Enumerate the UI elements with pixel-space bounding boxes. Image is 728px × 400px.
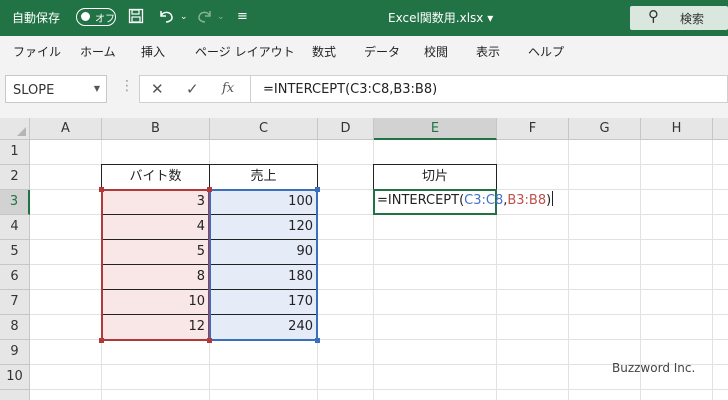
range-handle[interactable] [99,338,104,343]
autosave-label: 自動保存 [12,11,61,25]
search-label: 検索 [680,12,705,26]
column-header-e[interactable]: E [374,118,497,140]
tab-home[interactable]: ホーム [80,43,116,60]
row-header-5[interactable]: 5 [0,240,30,265]
range-handle[interactable] [315,187,320,192]
gridline [568,140,569,400]
toggle-knob [81,12,90,21]
ribbon-tabs: ファイル ホーム 挿入 ページ レイアウト 数式 データ 校閲 表示 ヘルプ [0,36,728,66]
tab-review[interactable]: 校閲 [424,43,448,60]
cancel-icon[interactable]: ✕ [151,80,164,98]
column-header-partial [713,118,728,140]
row-header-2[interactable]: 2 [0,165,30,190]
row-header-7[interactable]: 7 [0,290,30,315]
row-header-partial [0,390,30,400]
cell-b2-header[interactable]: バイト数 [101,164,210,190]
search-icon: ⚲ [648,7,659,25]
tab-help[interactable]: ヘルプ [528,43,564,60]
column-header-d[interactable]: D [318,118,374,140]
range-handle[interactable] [99,187,104,192]
edit-prefix: =INTERCEPT( [377,193,465,208]
edit-ref-b: B3:B8 [507,193,547,208]
formula-bar-grip-icon: ⋮ [120,78,134,94]
customize-qat-icon[interactable]: ≡ [237,9,248,24]
tab-insert[interactable]: 挿入 [141,43,165,60]
text-caret [552,191,554,206]
watermark: Buzzword Inc. [612,361,696,375]
title-bar: 自動保存 オフ ⌄ ⌄ ≡ Excel関数用.xlsx ▾ ⚲ 検索 [0,0,728,36]
select-all-button[interactable] [0,118,30,140]
row-header-1[interactable]: 1 [0,140,30,165]
edit-ref-c: C3:C8 [464,193,504,208]
cell-e2-header[interactable]: 切片 [373,164,497,190]
formula-bar: SLOPE ▼ ⋮ ✕ ✓ fx =INTERCEPT(C3:C8,B3:B8) [0,66,728,118]
autosave-state: オフ [95,14,115,25]
column-header-a[interactable]: A [30,118,102,140]
name-box-dropdown-icon[interactable]: ▼ [94,84,100,93]
search-box[interactable]: ⚲ 検索 [630,6,728,30]
gridline [30,389,728,390]
column-header-h[interactable]: H [641,118,713,140]
autosave-toggle[interactable]: オフ [76,8,116,26]
active-cell-e3[interactable]: =INTERCEPT(C3:C8,B3:B8) [373,189,554,215]
row-header-8[interactable]: 8 [0,315,30,340]
worksheet-grid: A B C D E F G H 1 2 3 4 5 6 7 8 9 10 バイト… [0,118,728,400]
edit-suffix: ) [546,193,552,208]
formula-buttons: ✕ ✓ fx [139,75,251,103]
gridline [712,140,713,400]
formula-input[interactable]: =INTERCEPT(C3:C8,B3:B8) [251,75,728,103]
tab-view[interactable]: 表示 [476,43,500,60]
window-title: Excel関数用.xlsx ▾ [388,11,494,25]
tab-page-layout[interactable]: ページ レイアウト [195,43,295,60]
tab-file[interactable]: ファイル [13,43,61,60]
undo-icon[interactable] [157,8,175,28]
column-header-c[interactable]: C [210,118,318,140]
row-header-10[interactable]: 10 [0,365,30,390]
undo-dropdown-icon[interactable]: ⌄ [180,12,188,22]
redo-dropdown-icon[interactable]: ⌄ [217,12,225,22]
row-header-4[interactable]: 4 [0,215,30,240]
formula-text: =INTERCEPT(C3:C8,B3:B8) [263,82,438,97]
range-highlight-c3-c8 [209,189,318,341]
range-highlight-b3-b8 [101,189,210,341]
row-header-9[interactable]: 9 [0,340,30,365]
enter-icon[interactable]: ✓ [186,80,199,98]
column-header-f[interactable]: F [497,118,569,140]
insert-function-icon[interactable]: fx [222,81,234,96]
name-box[interactable]: SLOPE ▼ [5,75,107,103]
redo-icon[interactable] [196,8,214,28]
save-icon[interactable] [128,8,144,28]
tab-data[interactable]: データ [364,43,400,60]
row-header-3[interactable]: 3 [0,190,30,215]
row-header-6[interactable]: 6 [0,265,30,290]
column-header-g[interactable]: G [569,118,641,140]
range-handle[interactable] [207,187,212,192]
range-handle[interactable] [315,338,320,343]
cell-c2-header[interactable]: 売上 [209,164,318,190]
column-header-b[interactable]: B [102,118,210,140]
name-box-value: SLOPE [13,83,55,98]
range-handle[interactable] [207,338,212,343]
tab-formulas[interactable]: 数式 [312,43,336,60]
